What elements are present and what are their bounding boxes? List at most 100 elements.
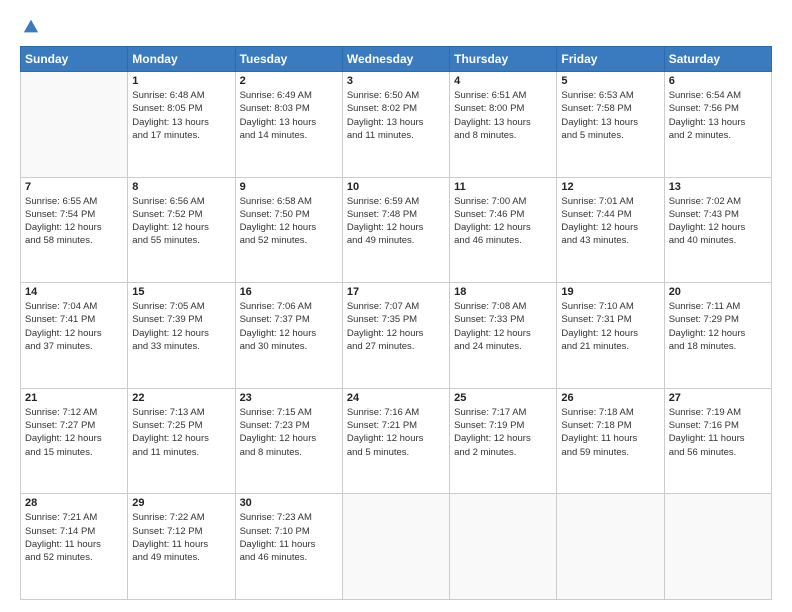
day-detail: Sunrise: 7:11 AM Sunset: 7:29 PM Dayligh…: [669, 300, 767, 353]
calendar-week-row: 14 Sunrise: 7:04 AM Sunset: 7:41 PM Dayli…: [21, 283, 772, 389]
calendar-cell: 16 Sunrise: 7:06 AM Sunset: 7:37 PM Dayli…: [235, 283, 342, 389]
day-detail: Sunrise: 7:01 AM Sunset: 7:44 PM Dayligh…: [561, 195, 659, 248]
calendar-week-row: 21Sunrise: 7:12 AM Sunset: 7:27 PM Dayli…: [21, 388, 772, 494]
calendar-header-row: SundayMondayTuesdayWednesdayThursdayFrid…: [21, 47, 772, 72]
calendar-cell: [664, 494, 771, 600]
day-number: 6: [669, 75, 767, 87]
calendar-week-row: 1 Sunrise: 6:48 AM Sunset: 8:05 PM Daylig…: [21, 72, 772, 178]
day-number: 22: [132, 392, 230, 404]
day-number: 9: [240, 181, 338, 193]
day-detail: Sunrise: 7:22 AM Sunset: 7:12 PM Dayligh…: [132, 511, 230, 564]
calendar-cell: 10Sunrise: 6:59 AM Sunset: 7:48 PM Dayli…: [342, 177, 449, 283]
day-of-week-header: Tuesday: [235, 47, 342, 72]
header: [20, 18, 772, 36]
calendar-cell: 6 Sunrise: 6:54 AM Sunset: 7:56 PM Daylig…: [664, 72, 771, 178]
calendar-cell: 26 Sunrise: 7:18 AM Sunset: 7:18 PM Dayli…: [557, 388, 664, 494]
day-detail: Sunrise: 7:06 AM Sunset: 7:37 PM Dayligh…: [240, 300, 338, 353]
day-detail: Sunrise: 7:15 AM Sunset: 7:23 PM Dayligh…: [240, 406, 338, 459]
day-detail: Sunrise: 6:59 AM Sunset: 7:48 PM Dayligh…: [347, 195, 445, 248]
calendar-cell: 17Sunrise: 7:07 AM Sunset: 7:35 PM Dayli…: [342, 283, 449, 389]
day-detail: Sunrise: 7:00 AM Sunset: 7:46 PM Dayligh…: [454, 195, 552, 248]
day-number: 5: [561, 75, 659, 87]
calendar-cell: 11 Sunrise: 7:00 AM Sunset: 7:46 PM Dayli…: [450, 177, 557, 283]
calendar-cell: 4 Sunrise: 6:51 AM Sunset: 8:00 PM Daylig…: [450, 72, 557, 178]
day-number: 25: [454, 392, 552, 404]
day-detail: Sunrise: 6:50 AM Sunset: 8:02 PM Dayligh…: [347, 89, 445, 142]
calendar-cell: 27 Sunrise: 7:19 AM Sunset: 7:16 PM Dayli…: [664, 388, 771, 494]
day-number: 8: [132, 181, 230, 193]
calendar-cell: 24 Sunrise: 7:16 AM Sunset: 7:21 PM Dayli…: [342, 388, 449, 494]
calendar-cell: 23 Sunrise: 7:15 AM Sunset: 7:23 PM Dayli…: [235, 388, 342, 494]
day-number: 4: [454, 75, 552, 87]
logo: [20, 18, 42, 36]
day-of-week-header: Friday: [557, 47, 664, 72]
day-number: 11: [454, 181, 552, 193]
day-number: 7: [25, 181, 123, 193]
calendar-cell: 21Sunrise: 7:12 AM Sunset: 7:27 PM Dayli…: [21, 388, 128, 494]
day-number: 30: [240, 497, 338, 509]
calendar-cell: 1 Sunrise: 6:48 AM Sunset: 8:05 PM Daylig…: [128, 72, 235, 178]
day-number: 15: [132, 286, 230, 298]
day-detail: Sunrise: 7:13 AM Sunset: 7:25 PM Dayligh…: [132, 406, 230, 459]
day-number: 23: [240, 392, 338, 404]
calendar-week-row: 7 Sunrise: 6:55 AM Sunset: 7:54 PM Daylig…: [21, 177, 772, 283]
day-of-week-header: Saturday: [664, 47, 771, 72]
logo-icon: [22, 18, 40, 36]
day-detail: Sunrise: 7:16 AM Sunset: 7:21 PM Dayligh…: [347, 406, 445, 459]
calendar-cell: 2 Sunrise: 6:49 AM Sunset: 8:03 PM Daylig…: [235, 72, 342, 178]
day-detail: Sunrise: 7:23 AM Sunset: 7:10 PM Dayligh…: [240, 511, 338, 564]
day-detail: Sunrise: 6:56 AM Sunset: 7:52 PM Dayligh…: [132, 195, 230, 248]
day-detail: Sunrise: 7:05 AM Sunset: 7:39 PM Dayligh…: [132, 300, 230, 353]
calendar-cell: 9 Sunrise: 6:58 AM Sunset: 7:50 PM Daylig…: [235, 177, 342, 283]
day-detail: Sunrise: 7:21 AM Sunset: 7:14 PM Dayligh…: [25, 511, 123, 564]
calendar-cell: 12Sunrise: 7:01 AM Sunset: 7:44 PM Dayli…: [557, 177, 664, 283]
day-detail: Sunrise: 7:12 AM Sunset: 7:27 PM Dayligh…: [25, 406, 123, 459]
calendar-cell: [21, 72, 128, 178]
day-detail: Sunrise: 7:19 AM Sunset: 7:16 PM Dayligh…: [669, 406, 767, 459]
calendar-cell: 28Sunrise: 7:21 AM Sunset: 7:14 PM Dayli…: [21, 494, 128, 600]
calendar-cell: 29Sunrise: 7:22 AM Sunset: 7:12 PM Dayli…: [128, 494, 235, 600]
day-number: 16: [240, 286, 338, 298]
calendar-cell: 19 Sunrise: 7:10 AM Sunset: 7:31 PM Dayli…: [557, 283, 664, 389]
day-detail: Sunrise: 7:02 AM Sunset: 7:43 PM Dayligh…: [669, 195, 767, 248]
day-detail: Sunrise: 7:07 AM Sunset: 7:35 PM Dayligh…: [347, 300, 445, 353]
day-detail: Sunrise: 6:51 AM Sunset: 8:00 PM Dayligh…: [454, 89, 552, 142]
calendar-cell: 14 Sunrise: 7:04 AM Sunset: 7:41 PM Dayli…: [21, 283, 128, 389]
logo-text: [20, 18, 42, 36]
day-number: 26: [561, 392, 659, 404]
calendar-cell: 13 Sunrise: 7:02 AM Sunset: 7:43 PM Dayli…: [664, 177, 771, 283]
calendar-cell: 20 Sunrise: 7:11 AM Sunset: 7:29 PM Dayli…: [664, 283, 771, 389]
day-number: 14: [25, 286, 123, 298]
calendar-cell: 18 Sunrise: 7:08 AM Sunset: 7:33 PM Dayli…: [450, 283, 557, 389]
day-detail: Sunrise: 7:18 AM Sunset: 7:18 PM Dayligh…: [561, 406, 659, 459]
day-number: 1: [132, 75, 230, 87]
day-number: 20: [669, 286, 767, 298]
day-detail: Sunrise: 7:04 AM Sunset: 7:41 PM Dayligh…: [25, 300, 123, 353]
calendar-cell: 30 Sunrise: 7:23 AM Sunset: 7:10 PM Dayli…: [235, 494, 342, 600]
calendar-cell: [450, 494, 557, 600]
calendar-week-row: 28Sunrise: 7:21 AM Sunset: 7:14 PM Dayli…: [21, 494, 772, 600]
day-of-week-header: Monday: [128, 47, 235, 72]
calendar-cell: 7 Sunrise: 6:55 AM Sunset: 7:54 PM Daylig…: [21, 177, 128, 283]
day-number: 24: [347, 392, 445, 404]
day-number: 19: [561, 286, 659, 298]
day-number: 2: [240, 75, 338, 87]
calendar-page: SundayMondayTuesdayWednesdayThursdayFrid…: [0, 0, 792, 612]
day-detail: Sunrise: 7:17 AM Sunset: 7:19 PM Dayligh…: [454, 406, 552, 459]
day-detail: Sunrise: 6:48 AM Sunset: 8:05 PM Dayligh…: [132, 89, 230, 142]
calendar-cell: [342, 494, 449, 600]
day-detail: Sunrise: 6:55 AM Sunset: 7:54 PM Dayligh…: [25, 195, 123, 248]
calendar-cell: 22 Sunrise: 7:13 AM Sunset: 7:25 PM Dayli…: [128, 388, 235, 494]
day-detail: Sunrise: 6:53 AM Sunset: 7:58 PM Dayligh…: [561, 89, 659, 142]
calendar-cell: 25 Sunrise: 7:17 AM Sunset: 7:19 PM Dayli…: [450, 388, 557, 494]
day-detail: Sunrise: 7:10 AM Sunset: 7:31 PM Dayligh…: [561, 300, 659, 353]
day-of-week-header: Sunday: [21, 47, 128, 72]
day-detail: Sunrise: 6:54 AM Sunset: 7:56 PM Dayligh…: [669, 89, 767, 142]
calendar-cell: 15 Sunrise: 7:05 AM Sunset: 7:39 PM Dayli…: [128, 283, 235, 389]
day-detail: Sunrise: 6:49 AM Sunset: 8:03 PM Dayligh…: [240, 89, 338, 142]
day-detail: Sunrise: 6:58 AM Sunset: 7:50 PM Dayligh…: [240, 195, 338, 248]
day-detail: Sunrise: 7:08 AM Sunset: 7:33 PM Dayligh…: [454, 300, 552, 353]
day-number: 27: [669, 392, 767, 404]
day-number: 13: [669, 181, 767, 193]
day-number: 18: [454, 286, 552, 298]
